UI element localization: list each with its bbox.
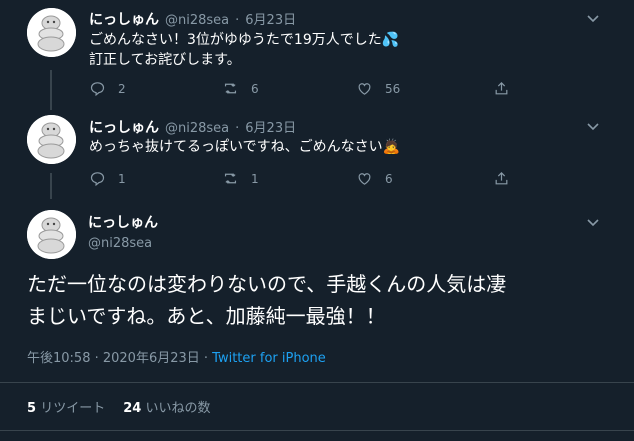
retweet-count: 6 bbox=[251, 81, 259, 96]
tweet-text-line: ごめんなさい！3位がゆゆうたで19万人でした💦 bbox=[89, 32, 400, 48]
like-stat[interactable]: 24 いいねの数 bbox=[123, 397, 210, 416]
share-button[interactable] bbox=[493, 170, 510, 187]
retweet-icon bbox=[224, 83, 237, 94]
retweet-button[interactable]: 6 bbox=[222, 80, 259, 97]
tweet-text-line: めっちゃ抜けてるっぽいですね、ごめんなさい🙇 bbox=[89, 139, 401, 155]
share-button[interactable] bbox=[493, 80, 510, 97]
like-button[interactable]: 56 bbox=[356, 80, 400, 97]
tweet-text: めっちゃ抜けてるっぽいですね、ごめんなさい🙇 bbox=[89, 137, 400, 157]
share-icon bbox=[495, 171, 508, 185]
retweet-button[interactable]: 1 bbox=[222, 170, 259, 187]
tweet-text: ごめんなさい！3位がゆゆうたで19万人でした💦 訂正してお詫びします。 bbox=[89, 30, 399, 70]
retweet-icon bbox=[224, 173, 237, 184]
handle[interactable]: @ni28sea bbox=[165, 13, 229, 28]
display-name[interactable]: にっしゅん bbox=[89, 117, 159, 137]
handle[interactable]: @ni28sea bbox=[88, 236, 158, 251]
timestamp-row: 午後10:58 · 2020年6月23日 · Twitter for iPhon… bbox=[27, 347, 326, 366]
like-count: 56 bbox=[385, 81, 401, 96]
chevron-down-icon[interactable] bbox=[585, 214, 601, 234]
reply-button[interactable]: 1 bbox=[89, 170, 126, 187]
reply-count: 1 bbox=[118, 171, 126, 186]
like-button[interactable]: 6 bbox=[356, 170, 393, 187]
stats-row: 5 リツイート 24 いいねの数 bbox=[27, 397, 210, 416]
like-count: 6 bbox=[385, 171, 393, 186]
main-tweet-text-line: ただ一位なのは変わりないので、手越くんの人気は凄 bbox=[27, 272, 507, 296]
divider bbox=[0, 430, 634, 431]
display-name[interactable]: にっしゅん bbox=[88, 212, 158, 232]
reply-icon bbox=[90, 82, 105, 97]
reply-icon bbox=[90, 172, 105, 187]
retweet-count: 1 bbox=[251, 171, 259, 186]
like-total: 24 bbox=[123, 401, 142, 416]
retweet-label: リツイート bbox=[40, 401, 106, 416]
retweet-stat[interactable]: 5 リツイート bbox=[27, 397, 105, 416]
main-tweet-text: ただ一位なのは変わりないので、手越くんの人気は凄 まじいですね。あと、加藤純一最… bbox=[27, 268, 506, 332]
action-bar: 2 6 56 bbox=[89, 80, 509, 98]
tweet-2[interactable]: にっしゅん @ni28sea · 6月23日 めっちゃ抜けてるっぽいですね、ごめ… bbox=[0, 108, 634, 198]
handle[interactable]: @ni28sea bbox=[165, 121, 229, 136]
source-link[interactable]: Twitter for iPhone bbox=[212, 351, 326, 366]
reply-button[interactable]: 2 bbox=[89, 80, 126, 97]
avatar[interactable] bbox=[27, 115, 76, 164]
chevron-down-icon[interactable] bbox=[585, 10, 601, 30]
timestamp[interactable]: 午後10:58 · 2020年6月23日 · bbox=[27, 351, 208, 366]
main-tweet: にっしゅん @ni28sea ただ一位なのは変わりないので、手越くんの人気は凄 … bbox=[0, 198, 634, 441]
reply-count: 2 bbox=[118, 81, 126, 96]
separator: · bbox=[235, 13, 240, 28]
like-label: いいねの数 bbox=[145, 401, 211, 416]
display-name[interactable]: にっしゅん bbox=[89, 9, 159, 29]
chevron-down-icon[interactable] bbox=[585, 118, 601, 138]
share-icon bbox=[495, 81, 508, 95]
avatar[interactable] bbox=[27, 8, 76, 57]
main-tweet-text-line: まじいですね。あと、加藤純一最強！！ bbox=[27, 304, 386, 328]
tweet-text-line: 訂正してお詫びします。 bbox=[89, 52, 241, 68]
heart-icon bbox=[358, 83, 371, 95]
action-bar: 1 1 6 bbox=[89, 170, 509, 188]
divider bbox=[0, 382, 634, 383]
separator: · bbox=[235, 121, 240, 136]
retweet-total: 5 bbox=[27, 401, 37, 416]
tweet-date[interactable]: 6月23日 bbox=[245, 117, 296, 136]
heart-icon bbox=[358, 173, 371, 185]
tweet-1[interactable]: にっしゅん @ni28sea · 6月23日 ごめんなさい！3位がゆゆうたで19… bbox=[0, 0, 634, 108]
avatar[interactable] bbox=[27, 210, 76, 259]
tweet-date[interactable]: 6月23日 bbox=[245, 9, 296, 28]
